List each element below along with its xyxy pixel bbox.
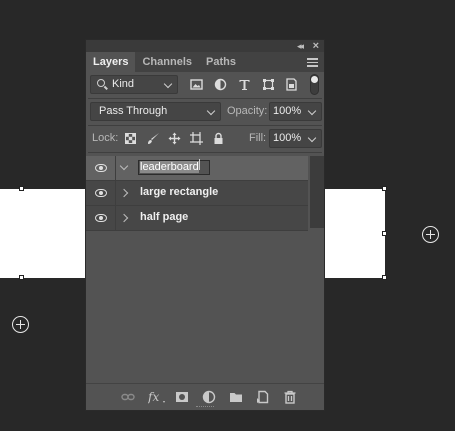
text-cursor [199, 159, 200, 170]
chevron-down-icon[interactable] [119, 161, 129, 171]
tab-layers[interactable]: Layers [86, 52, 136, 72]
svg-text:fx: fx [148, 390, 159, 404]
lock-image-pixels-icon[interactable] [147, 132, 160, 145]
chevron-down-icon [307, 106, 317, 116]
panel-tabs: Layers Channels Paths [86, 52, 324, 72]
type-layer-filter-icon[interactable] [238, 78, 251, 91]
visibility-toggle[interactable] [86, 181, 116, 205]
new-adjustment-layer-icon[interactable] [202, 390, 216, 404]
opacity-input[interactable]: 100% [269, 102, 322, 121]
blend-row: Pass Through Opacity: 100% [86, 99, 324, 125]
layers-panel: ◂◂ × Layers Channels Paths Kind Pass Thr… [85, 39, 325, 411]
tab-channels[interactable]: Channels [135, 52, 199, 72]
add-mask-icon[interactable] [175, 390, 189, 404]
panel-menu-icon[interactable] [307, 58, 318, 69]
transform-handle-top-right[interactable] [382, 186, 387, 191]
chevron-right-icon[interactable] [119, 213, 129, 223]
transform-handle-bottom-left[interactable] [19, 275, 24, 280]
panel-title-bar[interactable]: ◂◂ × [86, 40, 324, 52]
new-layer-icon[interactable] [256, 390, 270, 404]
add-artboard-right-icon[interactable] [422, 226, 439, 243]
chevron-down-icon [307, 133, 317, 143]
panel-footer: fx [86, 383, 324, 410]
shape-layer-filter-icon[interactable] [262, 78, 275, 91]
smart-object-filter-icon[interactable] [285, 78, 298, 91]
layer-row-large-rectangle[interactable]: large rectangle [86, 181, 308, 206]
transform-handle-top-left[interactable] [19, 186, 24, 191]
lock-position-icon[interactable] [168, 132, 181, 145]
pixel-layer-filter-icon[interactable] [190, 78, 203, 91]
close-icon[interactable]: × [313, 40, 319, 52]
transform-handle-middle-right[interactable] [382, 231, 387, 236]
eye-icon [95, 189, 107, 197]
lock-all-icon[interactable] [212, 132, 225, 145]
lock-transparent-pixels-icon[interactable] [124, 132, 137, 145]
fill-label: Fill: [249, 132, 267, 144]
layer-name: half page [140, 211, 189, 223]
fill-value: 100% [273, 132, 302, 144]
blend-mode-select[interactable]: Pass Through [90, 102, 221, 121]
lock-artboard-icon[interactable] [190, 132, 203, 145]
new-group-folder-icon[interactable] [229, 390, 243, 404]
eye-icon [95, 214, 107, 222]
adjustment-layer-filter-icon[interactable] [214, 78, 227, 91]
opacity-label: Opacity: [227, 105, 268, 117]
layer-name: large rectangle [140, 186, 219, 198]
filter-kind-label: Kind [112, 78, 135, 90]
chevron-down-icon [206, 106, 216, 116]
delete-layer-trash-icon[interactable] [283, 390, 297, 404]
collapse-panel-icon[interactable]: ◂◂ [297, 41, 304, 52]
layer-row-leaderboard[interactable]: leaderboard [86, 156, 308, 181]
filter-row: Kind [86, 72, 324, 98]
link-layers-icon[interactable] [121, 390, 135, 404]
add-artboard-bottom-icon[interactable] [12, 316, 29, 333]
visibility-toggle[interactable] [86, 206, 116, 230]
transform-handle-bottom-right[interactable] [382, 275, 387, 280]
search-icon [97, 79, 105, 87]
chevron-down-icon [163, 79, 173, 89]
lock-label: Lock: [92, 132, 119, 144]
layer-list: leaderboard large rectangle half page [86, 156, 324, 384]
opacity-value: 100% [273, 105, 302, 117]
layer-style-fx-icon[interactable]: fx [148, 390, 166, 404]
blend-mode-value: Pass Through [99, 105, 168, 117]
fill-input[interactable]: 100% [269, 129, 322, 148]
tab-paths[interactable]: Paths [199, 52, 243, 72]
filter-toggle-switch[interactable] [310, 74, 319, 95]
chevron-right-icon[interactable] [119, 188, 129, 198]
layer-list-scrollbar[interactable] [310, 156, 324, 228]
panel-resize-grip[interactable] [196, 406, 214, 409]
visibility-toggle[interactable] [86, 156, 116, 180]
lock-row: Lock: Fill: 100% [86, 126, 324, 152]
filter-kind-select[interactable]: Kind [90, 75, 178, 94]
layer-row-half-page[interactable]: half page [86, 206, 308, 231]
eye-icon [95, 164, 107, 172]
